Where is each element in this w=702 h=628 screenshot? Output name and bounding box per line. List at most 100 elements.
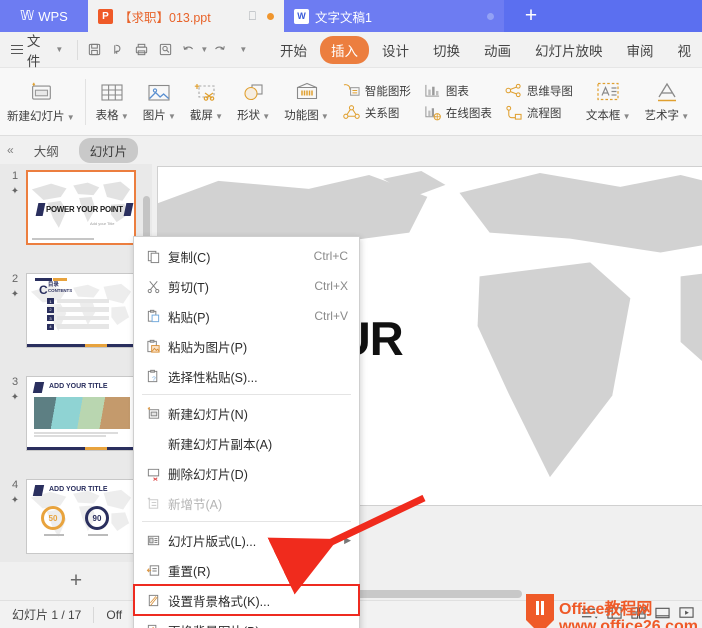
flow-chart-button[interactable]: 流程图: [500, 103, 577, 122]
print-icon[interactable]: [130, 38, 153, 62]
list-item[interactable]: 1 ✦ POWER YOUR POINT Add your Title: [0, 164, 152, 267]
menu-item-new-slide[interactable]: 新建幻灯片(N): [134, 398, 359, 428]
slide-thumb-title: 目录 CONTENTS: [48, 282, 73, 293]
screenshot-button[interactable]: 截屏 ▼: [183, 79, 230, 125]
menu-item-slide-layout[interactable]: 幻灯片版式(L)... ▶: [134, 525, 359, 555]
shapes-label: 形状: [237, 109, 261, 122]
ribbon-tab-view[interactable]: 视: [667, 36, 702, 64]
menu-item-cut[interactable]: 剪切(T) Ctrl+X: [134, 271, 359, 301]
thumbnail-list[interactable]: 1 ✦ POWER YOUR POINT Add your Title 2 ✦ …: [0, 164, 152, 562]
menu-item-copy[interactable]: 复制(C) Ctrl+C: [134, 241, 359, 271]
slide-thumbnail-3[interactable]: ADD YOUR TITLE: [26, 376, 136, 451]
slide-number: 4 ✦: [4, 479, 26, 507]
list-item[interactable]: 2 ✦ C 目录 CONTENTS 1 2 3 4: [0, 267, 152, 370]
ribbon-tab-list: 开始 插入 设计 切换 动画 幻灯片放映 审阅 视: [269, 35, 702, 64]
smartart-group: 智能图形 关系图: [336, 68, 417, 135]
slide-thumb-title: ADD YOUR TITLE: [49, 486, 108, 493]
menu-item-reset[interactable]: 重置(R): [134, 555, 359, 585]
panel-tab-slides[interactable]: 幻灯片: [78, 137, 139, 163]
hamburger-icon: [11, 42, 23, 56]
ribbon-tab-start[interactable]: 开始: [269, 36, 318, 64]
wordart-label: 艺术字: [644, 110, 679, 122]
table-label: 表格: [95, 109, 119, 122]
watermark: Office教程网 www.office26.com: [524, 594, 698, 628]
search-icon[interactable]: [154, 38, 177, 62]
menu-item-background-format[interactable]: 设置背景格式(K)...: [133, 584, 360, 616]
slide-thumbnail-1[interactable]: POWER YOUR POINT Add your Title: [26, 170, 136, 245]
ribbon-toolbar: 新建幻灯片 ▼ 表格 ▼ 图片 ▼ 截屏 ▼ 形状 ▼ 功能图 ▼ 智能图形 关…: [0, 68, 702, 136]
new-slide-button[interactable]: 新建幻灯片 ▼: [0, 78, 82, 126]
wordart-icon: [653, 80, 681, 105]
shapes-button[interactable]: 形状 ▼: [230, 79, 277, 125]
undo-dropdown-icon[interactable]: ▼: [200, 45, 208, 54]
menu-item-duplicate-slide[interactable]: 新建幻灯片副本(A): [134, 428, 359, 458]
context-menu: 复制(C) Ctrl+C 剪切(T) Ctrl+X 粘贴(P) Ctrl+V 粘…: [133, 236, 360, 628]
smart-art-label: 智能图形: [364, 85, 411, 98]
ribbon-tab-review[interactable]: 审阅: [616, 36, 665, 64]
language-label[interactable]: Off: [94, 608, 134, 622]
table-icon: [99, 81, 125, 105]
undo-icon[interactable]: [177, 38, 200, 62]
paste-icon: [141, 309, 165, 324]
menu-item-paste[interactable]: 粘贴(P) Ctrl+V: [134, 301, 359, 331]
textbox-label: 文本框: [585, 110, 621, 122]
wps-home-button[interactable]: 𝕎 WPS: [0, 0, 88, 32]
ribbon-tab-slideshow[interactable]: 幻灯片放映: [524, 36, 614, 64]
cut-icon: [141, 279, 165, 294]
panel-tab-outline[interactable]: 大纲: [23, 138, 70, 163]
textbox-button[interactable]: 文本框 ▼: [579, 78, 638, 125]
picture-button[interactable]: 图片 ▼: [136, 79, 183, 125]
slide-layout-icon: [141, 533, 165, 548]
function-chart-button[interactable]: 功能图 ▼: [277, 79, 336, 125]
redo-icon[interactable]: [208, 38, 231, 62]
list-item[interactable]: 3 ✦ ADD YOUR TITLE: [0, 370, 152, 473]
menu-item-delete-slide[interactable]: 删除幻灯片(D): [134, 458, 359, 488]
picture-label: 图片: [142, 109, 166, 122]
list-item[interactable]: 4 ✦ ADD YOUR TITLE 50 90: [0, 473, 152, 562]
menu-item-paste-special[interactable]: ? 选择性粘贴(S)...: [134, 361, 359, 391]
file-menu-button[interactable]: 文件 ▼: [0, 30, 72, 70]
mind-map-icon: [504, 82, 523, 99]
function-chart-label: 功能图: [284, 109, 319, 122]
document-tab-ppt[interactable]: P 【求职】013.ppt ⎕: [88, 0, 284, 32]
online-chart-button[interactable]: 在线图表: [419, 103, 496, 122]
print-preview-icon[interactable]: [107, 38, 130, 62]
tab-status-dot-icon: [487, 12, 494, 20]
slide-thumb-title: ADD YOUR TITLE: [49, 383, 108, 390]
collapse-left-icon[interactable]: «: [7, 143, 14, 157]
change-background-image-icon: [141, 623, 165, 628]
customize-toolbar-icon[interactable]: ▼: [232, 38, 255, 62]
add-slide-button[interactable]: +: [0, 562, 152, 600]
textbox-icon: [594, 80, 622, 105]
smart-art-button[interactable]: 智能图形: [338, 81, 415, 100]
chart-label: 图表: [445, 85, 469, 98]
mindmap-group: 思维导图 流程图: [498, 68, 579, 135]
ribbon-tab-animation[interactable]: 动画: [473, 36, 522, 64]
watermark-logo-icon: [526, 594, 554, 628]
document-tab-word[interactable]: W 文字文稿1: [284, 0, 504, 32]
chart-button[interactable]: 图表: [419, 81, 496, 100]
slide-thumbnail-4[interactable]: ADD YOUR TITLE 50 90: [26, 479, 136, 554]
menu-item-paste-as-picture[interactable]: 粘贴为图片(P): [134, 331, 359, 361]
table-button[interactable]: 表格 ▼: [89, 79, 136, 125]
save-icon[interactable]: [83, 38, 106, 62]
word-icon: W: [294, 8, 309, 24]
ribbon-tab-transition[interactable]: 切换: [422, 36, 471, 64]
new-tab-button[interactable]: +: [504, 0, 558, 32]
relation-chart-button[interactable]: 关系图: [338, 103, 415, 122]
wordart-button[interactable]: 艺术字 ▼: [637, 78, 696, 125]
relation-chart-label: 关系图: [364, 107, 400, 120]
slide-count-label: 幻灯片 1 / 17: [12, 608, 82, 622]
panel-header: « 大纲 幻灯片: [0, 136, 152, 164]
wps-label: WPS: [38, 8, 68, 24]
chart-icon: [423, 82, 442, 99]
ribbon-tab-insert[interactable]: 插入: [320, 35, 370, 64]
monitor-icon[interactable]: ⎕: [249, 9, 256, 24]
slide-number: 3 ✦: [4, 376, 26, 404]
slide-thumbnail-2[interactable]: C 目录 CONTENTS 1 2 3 4: [26, 273, 136, 348]
animation-star-icon: ✦: [10, 185, 20, 197]
menu-item-change-background-image[interactable]: 更换背景图片(B)...: [134, 615, 359, 628]
relation-chart-icon: [342, 104, 361, 121]
mind-map-button[interactable]: 思维导图: [500, 81, 577, 100]
ribbon-tab-design[interactable]: 设计: [371, 36, 420, 64]
